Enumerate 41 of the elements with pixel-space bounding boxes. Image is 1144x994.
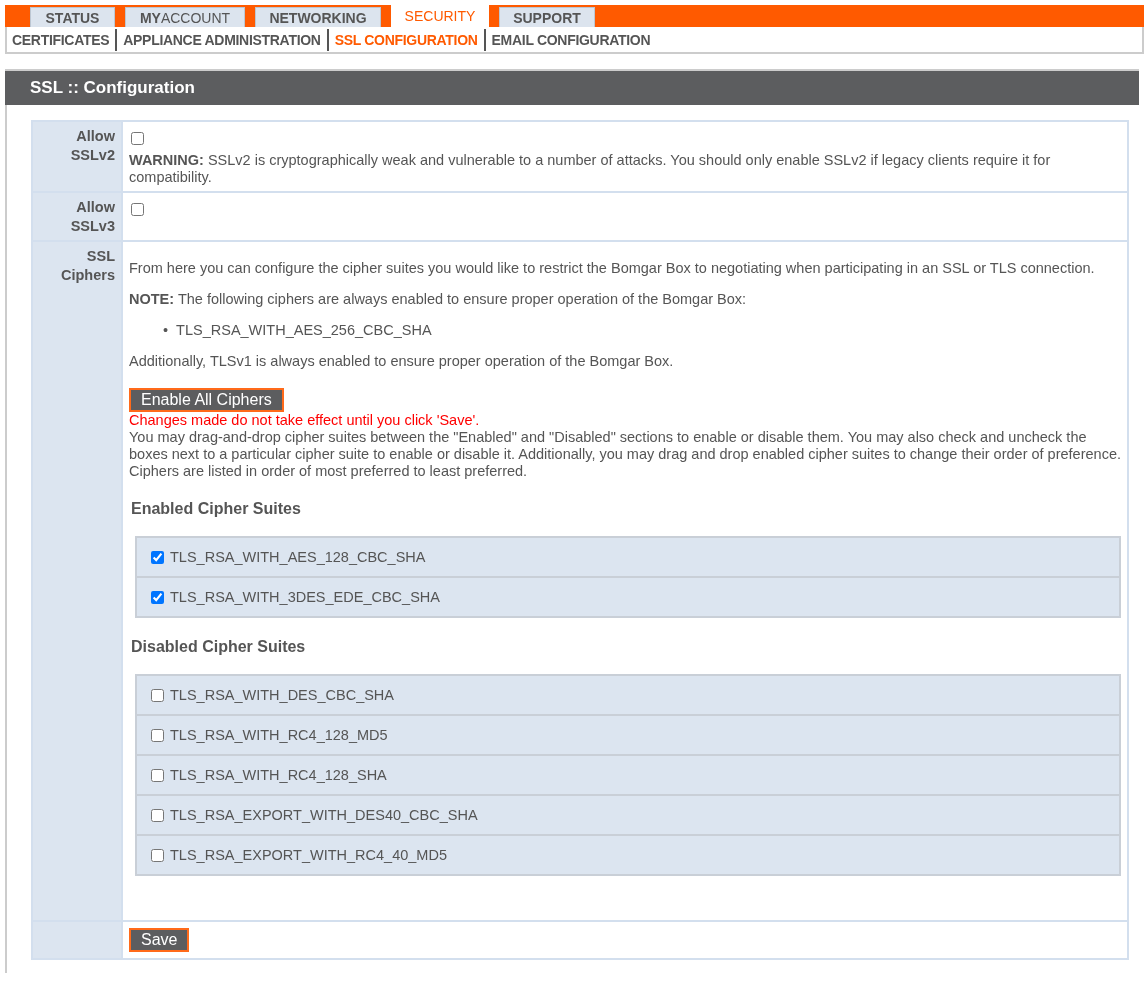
alert-text: Changes made do not take effect until you click 'Save'. [129, 412, 481, 429]
nav-tab[interactable]: STATUS [30, 7, 115, 27]
checkbox[interactable] [131, 132, 144, 145]
nav-tab[interactable]: SUPPORT [499, 7, 595, 27]
intro-text: From here you can configure the cipher suites you would like to restrict the Bomgar Box to negotiating when participating in an SSL or TLS connection. [129, 260, 1096, 277]
checkbox[interactable] [151, 550, 164, 564]
cipher-row[interactable]: TLS_RSA_WITH_AES_128_CBC_SHA [137, 538, 1119, 576]
subnav-link[interactable]: EMAIL CONFIGURATION [483, 28, 657, 51]
bullet-icon: • [163, 322, 169, 338]
subnav-link[interactable]: SSL CONFIGURATION [326, 28, 484, 51]
help-text: You may drag-and-drop cipher suites between the "Enabled" and "Disabled" sections to enable or disable them. You may also check and uncheck the boxes next to a particular cipher suite to enable or disable it. Additionally, you may drag and drop enabled cipher suites to change their order of preference. Ciphers are listed in order of most preferred to least preferred. [129, 429, 1121, 480]
note-text: NOTE: The following ciphers are always enabled to ensure proper operation of the Bomgar Box: [129, 291, 748, 308]
enable-all-button[interactable]: Enable All Ciphers [129, 388, 284, 412]
checkbox[interactable] [151, 848, 164, 862]
panel-title: SSL :: Configuration [5, 69, 1139, 105]
checkbox[interactable] [151, 590, 164, 604]
checkbox[interactable] [131, 203, 144, 216]
checkbox[interactable] [151, 808, 164, 822]
field-label: Allow SSLv3 [70, 199, 115, 234]
checkbox[interactable] [151, 768, 164, 782]
field-label: Allow SSLv2 [70, 128, 115, 163]
cipher-row[interactable]: TLS_RSA_EXPORT_WITH_RC4_40_MD5 [137, 834, 1119, 874]
save-button[interactable]: Save [129, 928, 190, 952]
section-heading: Disabled Cipher Suites [131, 638, 307, 656]
section-heading: Enabled Cipher Suites [131, 500, 302, 518]
cipher-row[interactable]: TLS_RSA_WITH_3DES_EDE_CBC_SHA [137, 576, 1119, 616]
info-text: Additionally, TLSv1 is always enabled to ensure proper operation of the Bomgar Box. [129, 353, 675, 370]
cipher-row[interactable]: TLS_RSA_WITH_DES_CBC_SHA [137, 676, 1119, 714]
checkbox[interactable] [151, 728, 164, 742]
cipher-row[interactable]: TLS_RSA_WITH_RC4_128_SHA [137, 754, 1119, 794]
subnav-link[interactable]: CERTIFICATES [12, 28, 116, 51]
nav-tab[interactable]: NETWORKING [255, 7, 381, 27]
cipher-item: TLS_RSA_WITH_AES_256_CBC_SHA [176, 322, 432, 338]
warning-text: WARNING: SSLv2 is cryptographically weak and vulnerable to a number of attacks. You should only enable SSLv2 if legacy clients require it for compatibility. [129, 152, 1052, 186]
checkbox[interactable] [151, 688, 164, 702]
subnav-link[interactable]: APPLIANCE ADMINISTRATION [115, 28, 327, 51]
nav-tab[interactable]: MYACCOUNT [125, 7, 245, 27]
cipher-row[interactable]: TLS_RSA_EXPORT_WITH_DES40_CBC_SHA [137, 794, 1119, 834]
cipher-row[interactable]: TLS_RSA_WITH_RC4_128_MD5 [137, 714, 1119, 754]
nav-tab[interactable]: SECURITY [391, 5, 489, 27]
field-label: SSL Ciphers [61, 248, 115, 283]
